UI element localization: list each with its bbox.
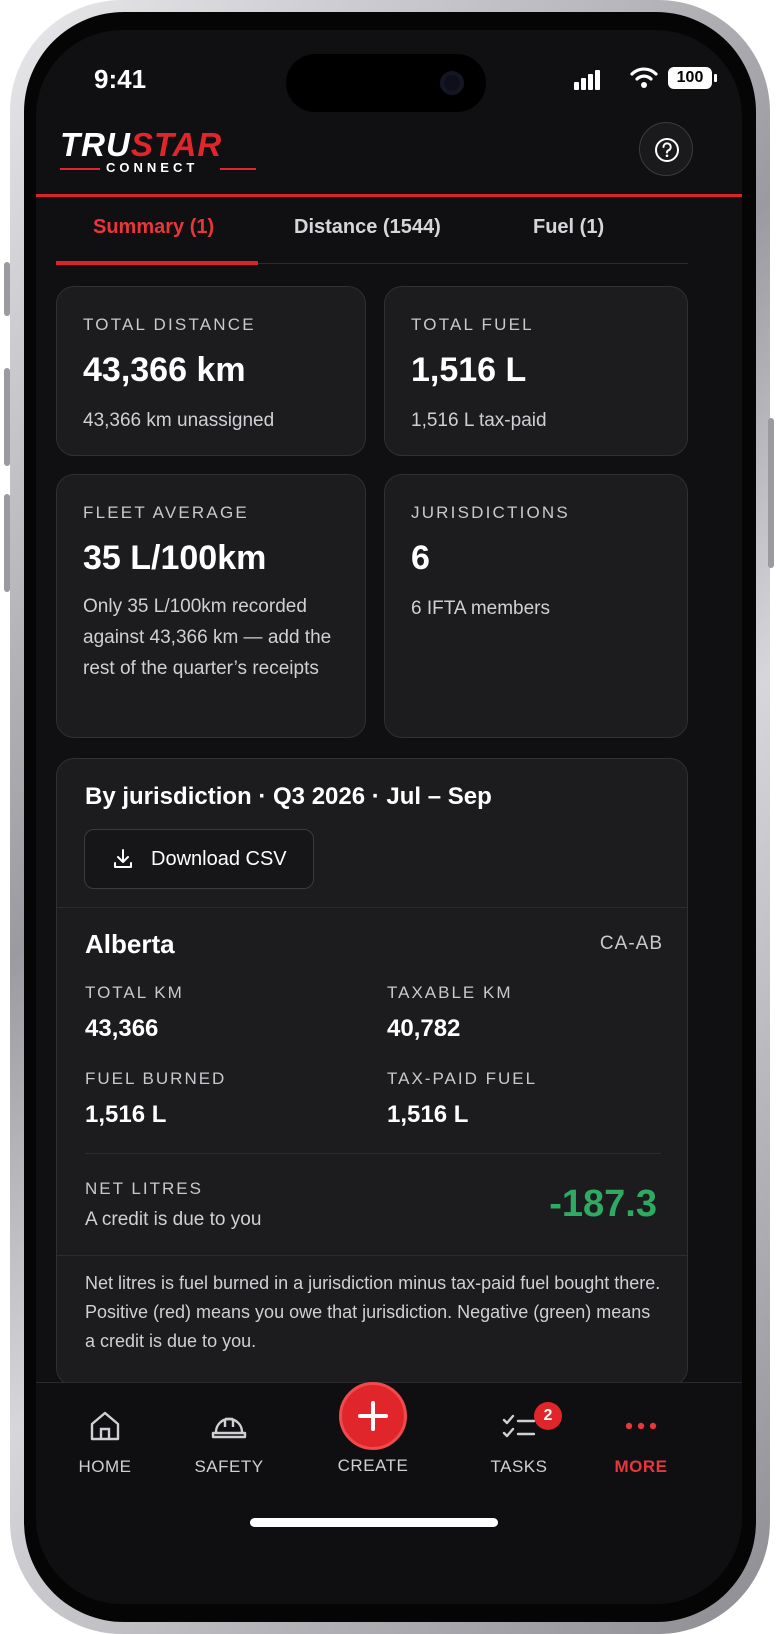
signal-icon — [574, 70, 602, 90]
card-label: FLEET AVERAGE — [83, 503, 249, 522]
fleet-average-card: FLEET AVERAGE 35 L/100km Only 35 L/100km… — [56, 474, 366, 738]
jurisdictions-card: JURISDICTIONS 6 6 IFTA members — [384, 474, 688, 738]
fuel-burned-label: FUEL BURNED — [85, 1069, 227, 1088]
card-subtext: Only 35 L/100km recorded against 43,366 … — [83, 596, 332, 679]
nav-home[interactable]: HOME — [50, 1403, 160, 1477]
total-fuel-card: TOTAL FUEL 1,516 L 1,516 L tax-paid — [384, 286, 688, 456]
checklist-icon — [502, 1414, 536, 1438]
taxable-km-value: 40,782 — [387, 1015, 461, 1042]
status-time: 9:41 — [94, 64, 147, 94]
card-label: JURISDICTIONS — [411, 503, 570, 522]
hard-hat-icon — [211, 1417, 247, 1439]
tasks-badge: 2 — [534, 1402, 562, 1430]
action-button — [4, 262, 10, 316]
total-km-value: 43,366 — [85, 1015, 159, 1042]
card-value: 43,366 km — [83, 351, 246, 389]
create-label: CREATE — [337, 1456, 409, 1475]
nav-safety[interactable]: SAFETY — [174, 1403, 284, 1477]
nav-label: SAFETY — [194, 1457, 264, 1476]
create-button[interactable] — [339, 1382, 407, 1450]
wifi-icon — [630, 66, 658, 93]
tab-fuel[interactable]: Fuel (1) — [533, 216, 604, 239]
dynamic-island — [286, 54, 486, 112]
volume-down-button — [4, 494, 10, 592]
jurisdiction-breakdown-card: By jurisdiction · Q3 2026 · Jul – Sep Do… — [56, 758, 688, 1386]
divider — [57, 907, 687, 908]
tax-paid-fuel-label: TAX-PAID FUEL — [387, 1069, 538, 1088]
net-litres-subtext: A credit is due to you — [85, 1209, 262, 1230]
nav-label: MORE — [614, 1457, 668, 1476]
divider — [57, 1255, 687, 1256]
card-value: 6 — [411, 539, 430, 577]
volume-up-button — [4, 368, 10, 466]
active-tab-indicator — [56, 261, 258, 265]
home-indicator — [250, 1518, 498, 1527]
nav-label: TASKS — [490, 1457, 548, 1476]
tab-distance[interactable]: Distance (1544) — [294, 216, 441, 239]
divider — [85, 1153, 661, 1154]
power-button — [768, 418, 774, 568]
nav-label: HOME — [78, 1457, 132, 1476]
card-label: TOTAL FUEL — [411, 315, 534, 334]
net-litres-label: NET LITRES — [85, 1179, 203, 1198]
nav-more[interactable]: MORE — [586, 1403, 696, 1477]
tab-summary[interactable]: Summary (1) — [93, 216, 214, 239]
fuel-burned-value: 1,516 L — [85, 1101, 167, 1128]
download-icon — [114, 849, 132, 868]
taxable-km-label: TAXABLE KM — [387, 983, 513, 1002]
card-subtext: 6 IFTA members — [411, 598, 551, 619]
plus-icon — [358, 1401, 388, 1431]
card-subtext: 43,366 km unassigned — [83, 410, 275, 431]
question-icon — [655, 138, 679, 162]
home-icon — [90, 1411, 120, 1441]
region-code: CA-AB — [599, 933, 663, 954]
download-csv-button[interactable]: Download CSV — [84, 829, 314, 889]
battery-icon: 100 — [668, 67, 717, 89]
camera-icon — [440, 71, 464, 95]
tax-paid-fuel-value: 1,516 L — [387, 1101, 469, 1128]
app-screen: 9:41 100 TRUSTAR CONNECT Summary (1) Dis… — [36, 30, 742, 1604]
section-title: By jurisdiction · Q3 2026 · Jul – Sep — [85, 783, 492, 810]
more-dots-icon — [625, 1422, 657, 1430]
net-litres-value: -187.3 — [549, 1183, 657, 1225]
card-value: 1,516 L — [411, 351, 527, 389]
card-label: TOTAL DISTANCE — [83, 315, 256, 334]
logo-text-red: STAR — [130, 126, 223, 163]
tab-bar: Summary (1) Distance (1544) Fuel (1) — [56, 200, 688, 265]
header-divider — [36, 194, 742, 197]
card-subtext: 1,516 L tax-paid — [411, 410, 547, 431]
total-km-label: TOTAL KM — [85, 983, 184, 1002]
logo-text: TRU — [60, 126, 131, 163]
card-value: 35 L/100km — [83, 539, 267, 577]
net-litres-footnote: Net litres is fuel burned in a jurisdict… — [85, 1273, 661, 1351]
help-button[interactable] — [639, 122, 693, 176]
total-distance-card: TOTAL DISTANCE 43,366 km 43,366 km unass… — [56, 286, 366, 456]
logo-subtext: CONNECT — [106, 160, 199, 175]
region-name: Alberta — [85, 929, 175, 959]
download-csv-label: Download CSV — [151, 848, 287, 870]
trustar-logo: TRUSTAR CONNECT — [60, 126, 260, 176]
status-bar: 9:41 100 — [36, 30, 742, 130]
